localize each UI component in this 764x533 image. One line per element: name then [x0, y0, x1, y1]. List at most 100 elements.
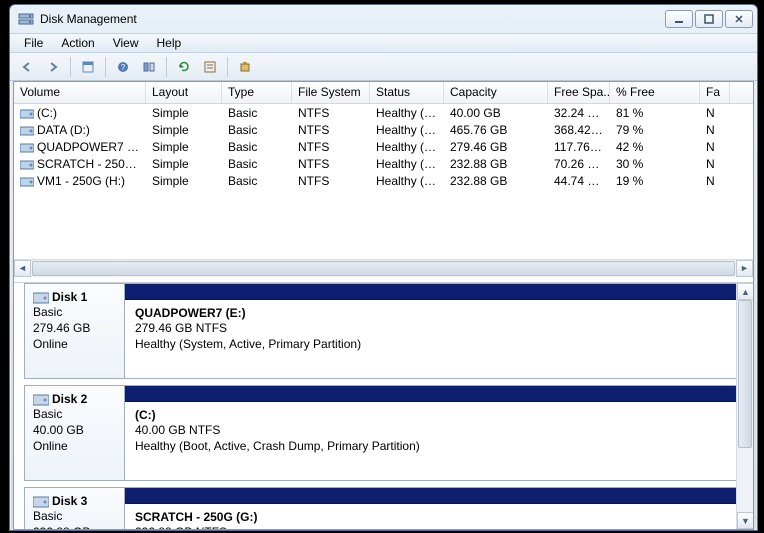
partition-name: SCRATCH - 250G (G:)	[135, 510, 732, 524]
scroll-thumb[interactable]	[738, 300, 752, 448]
col-capacity[interactable]: Capacity	[444, 82, 548, 103]
partition[interactable]: SCRATCH - 250G (G:)232.88 GB NTFS	[125, 488, 742, 529]
col-volume[interactable]: Volume	[14, 82, 146, 103]
menu-action[interactable]: Action	[53, 34, 102, 52]
scroll-track[interactable]	[737, 300, 753, 512]
cell-status: Healthy (P...	[370, 123, 444, 137]
table-row[interactable]: SCRATCH - 250G (...SimpleBasicNTFSHealth…	[14, 155, 753, 172]
cell-volume: (C:)	[14, 106, 146, 120]
table-row[interactable]: (C:)SimpleBasicNTFSHealthy (B...40.00 GB…	[14, 104, 753, 121]
disk-type: Basic	[33, 304, 116, 320]
partition-name: (C:)	[135, 408, 732, 422]
scroll-down-icon[interactable]: ▼	[737, 512, 753, 529]
disk-name: Disk 2	[52, 392, 87, 406]
partition-health: Healthy (System, Active, Primary Partiti…	[135, 336, 732, 352]
cell-type: Basic	[222, 140, 292, 154]
disk-info: Disk 2Basic40.00 GBOnline	[25, 386, 125, 480]
cell-pct: 81 %	[610, 106, 700, 120]
back-button[interactable]	[16, 56, 38, 78]
cell-pct: 30 %	[610, 157, 700, 171]
table-row[interactable]: VM1 - 250G (H:)SimpleBasicNTFSHealthy (P…	[14, 172, 753, 189]
col-layout[interactable]: Layout	[146, 82, 222, 103]
scroll-up-icon[interactable]: ▲	[737, 283, 753, 300]
table-row[interactable]: QUADPOWER7 (E:)SimpleBasicNTFSHealthy (S…	[14, 138, 753, 155]
cell-type: Basic	[222, 123, 292, 137]
vertical-scrollbar[interactable]: ▲ ▼	[736, 283, 753, 529]
cell-layout: Simple	[146, 123, 222, 137]
svg-text:?: ?	[121, 63, 126, 72]
cell-volume: VM1 - 250G (H:)	[14, 174, 146, 188]
cell-layout: Simple	[146, 140, 222, 154]
disk-info: Disk 3Basic232.88 GB	[25, 488, 125, 529]
cell-free: 117.76 GB	[548, 140, 610, 154]
cell-pct: 79 %	[610, 123, 700, 137]
disk-row[interactable]: Disk 3Basic232.88 GBSCRATCH - 250G (G:)2…	[24, 487, 743, 529]
refresh-icon[interactable]	[173, 56, 195, 78]
col-type[interactable]: Type	[222, 82, 292, 103]
settings-icon[interactable]	[199, 56, 221, 78]
partition-bar	[125, 284, 742, 300]
cell-layout: Simple	[146, 106, 222, 120]
minimize-button[interactable]	[665, 10, 693, 28]
scroll-track[interactable]	[31, 260, 736, 277]
wizard-icon[interactable]	[234, 56, 256, 78]
toolbar-separator	[166, 57, 167, 77]
partition-body: (C:)40.00 GB NTFSHealthy (Boot, Active, …	[125, 402, 742, 480]
partition-health: Healthy (Boot, Active, Crash Dump, Prima…	[135, 438, 732, 454]
menu-view[interactable]: View	[105, 34, 147, 52]
cell-volume: QUADPOWER7 (E:)	[14, 140, 146, 154]
close-button[interactable]	[725, 10, 753, 28]
cell-fault: N	[700, 174, 730, 188]
disk-row[interactable]: Disk 2Basic40.00 GBOnline(C:)40.00 GB NT…	[24, 385, 743, 481]
help-icon[interactable]: ?	[112, 56, 134, 78]
show-hide-icon[interactable]	[138, 56, 160, 78]
titlebar[interactable]: Disk Management	[10, 5, 757, 33]
cell-capacity: 232.88 GB	[444, 174, 548, 188]
table-row[interactable]: DATA (D:)SimpleBasicNTFSHealthy (P...465…	[14, 121, 753, 138]
properties-icon[interactable]	[77, 56, 99, 78]
col-freespace[interactable]: Free Spa...	[548, 82, 610, 103]
disk-graphical-view: Disk 1Basic279.46 GBOnlineQUADPOWER7 (E:…	[14, 282, 753, 529]
partition-info: 40.00 GB NTFS	[135, 422, 732, 438]
partition[interactable]: (C:)40.00 GB NTFSHealthy (Boot, Active, …	[125, 386, 742, 480]
partition-body: SCRATCH - 250G (G:)232.88 GB NTFS	[125, 504, 742, 529]
cell-capacity: 40.00 GB	[444, 106, 548, 120]
col-pctfree[interactable]: % Free	[610, 82, 700, 103]
disk-mgmt-app-icon	[18, 11, 34, 27]
partition[interactable]: QUADPOWER7 (E:)279.46 GB NTFSHealthy (Sy…	[125, 284, 742, 378]
table-header: Volume Layout Type File System Status Ca…	[14, 82, 753, 104]
cell-volume: DATA (D:)	[14, 123, 146, 137]
disk-type: Basic	[33, 406, 116, 422]
cell-volume: SCRATCH - 250G (...	[14, 157, 146, 171]
forward-button[interactable]	[42, 56, 64, 78]
disk-status: Online	[33, 336, 116, 352]
volume-icon	[20, 125, 34, 136]
scroll-left-icon[interactable]: ◄	[14, 260, 31, 277]
cell-fs: NTFS	[292, 106, 370, 120]
disk-icon	[33, 496, 49, 508]
scroll-right-icon[interactable]: ►	[736, 260, 753, 277]
menu-help[interactable]: Help	[149, 34, 190, 52]
disk-info: Disk 1Basic279.46 GBOnline	[25, 284, 125, 378]
toolbar-separator	[105, 57, 106, 77]
toolbar: ?	[10, 53, 757, 81]
cell-free: 368.42 GB	[548, 123, 610, 137]
toolbar-separator	[227, 57, 228, 77]
disk-row[interactable]: Disk 1Basic279.46 GBOnlineQUADPOWER7 (E:…	[24, 283, 743, 379]
menubar: File Action View Help	[10, 33, 757, 53]
col-filesystem[interactable]: File System	[292, 82, 370, 103]
cell-pct: 42 %	[610, 140, 700, 154]
horizontal-scrollbar[interactable]: ◄ ►	[14, 259, 753, 276]
cell-free: 70.26 GB	[548, 157, 610, 171]
maximize-button[interactable]	[695, 10, 723, 28]
cell-type: Basic	[222, 106, 292, 120]
cell-fault: N	[700, 106, 730, 120]
col-status[interactable]: Status	[370, 82, 444, 103]
window: Disk Management File Action View Help ? …	[9, 4, 758, 531]
col-fault[interactable]: Fa	[700, 82, 730, 103]
cell-status: Healthy (B...	[370, 106, 444, 120]
menu-file[interactable]: File	[16, 34, 51, 52]
cell-capacity: 465.76 GB	[444, 123, 548, 137]
cell-status: Healthy (P...	[370, 174, 444, 188]
scroll-thumb[interactable]	[32, 261, 735, 276]
